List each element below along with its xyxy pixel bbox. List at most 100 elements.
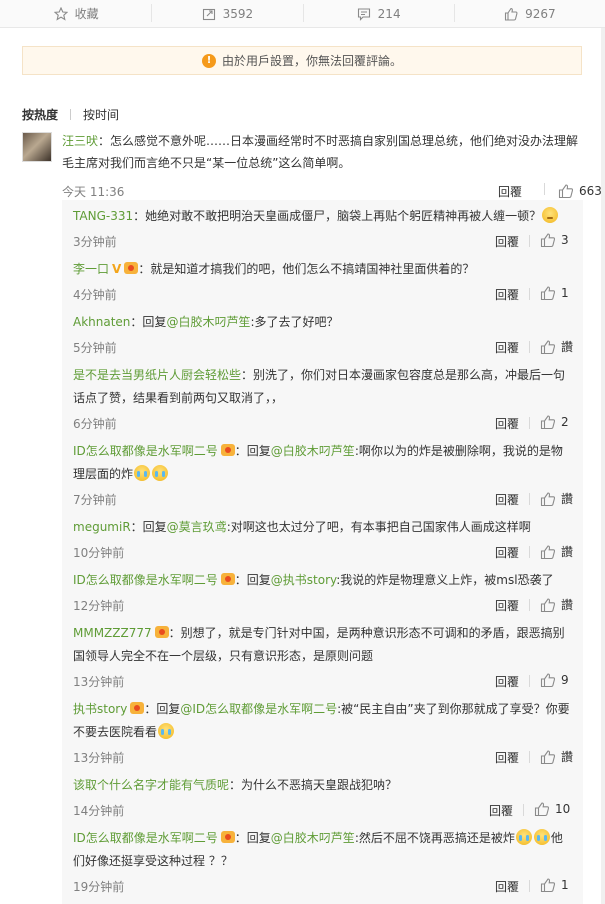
action-bar: 收藏 3592 214 9267 xyxy=(0,0,605,28)
thumbs-up-icon xyxy=(540,749,556,765)
reply-like-button[interactable]: 1 xyxy=(540,877,569,893)
reply-time: 13分钟前 xyxy=(73,675,125,689)
reply-like-button[interactable]: 讚 xyxy=(540,338,573,355)
comment-icon xyxy=(356,6,372,22)
reply-text: ：她绝对敢不敢把明治天皇画成僵尸，脑袋上再贴个躬匠精神再被人缠一顿？ xyxy=(133,209,542,223)
sort-divider xyxy=(70,108,72,120)
main-comment-like-button[interactable]: 663 xyxy=(558,180,602,202)
reply-likes: 1 xyxy=(561,286,569,300)
laugh-cry-emoji-icon xyxy=(533,829,550,845)
reply-mention[interactable]: @白胶木叼芦笙 xyxy=(271,444,355,458)
reply-mention[interactable]: @白胶木叼芦笙 xyxy=(166,315,250,329)
reply-likes: 讚 xyxy=(561,598,574,612)
meta-divider xyxy=(529,493,530,505)
reply-mention[interactable]: @执书story xyxy=(271,573,336,587)
reply-button[interactable]: 回覆 xyxy=(495,233,519,250)
reply-item: 是不是去当男纸片人厨会轻松些：别洗了，你们对日本漫画家包容度总是那么高，冲最后一… xyxy=(73,364,573,434)
reply-button[interactable]: 回覆 xyxy=(495,597,519,614)
member-badge-icon xyxy=(220,573,235,585)
scrollbar[interactable] xyxy=(601,28,605,904)
reply-time: 13分钟前 xyxy=(73,751,125,765)
reply-like-button[interactable]: 3 xyxy=(540,232,569,248)
reply-user[interactable]: ID怎么取都像是水军啊二号 xyxy=(73,573,218,587)
reply-button[interactable]: 回覆 xyxy=(495,673,519,690)
like-button[interactable]: 9267 xyxy=(453,0,605,27)
member-badge-icon xyxy=(154,626,169,638)
reply-time: 6分钟前 xyxy=(73,417,117,431)
reply-user[interactable]: 执书story xyxy=(73,702,127,716)
reply-like-button[interactable]: 1 xyxy=(540,285,569,301)
reply-button[interactable]: 回覆 xyxy=(495,491,519,508)
reply-button[interactable]: 回覆 xyxy=(495,339,519,356)
reply-list: TANG-331：她绝对敢不敢把明治天皇画成僵尸，脑袋上再贴个躬匠精神再被人缠一… xyxy=(62,200,583,904)
member-badge-icon xyxy=(130,702,145,714)
repost-button[interactable]: 3592 xyxy=(151,0,302,27)
reply-button[interactable]: 回覆 xyxy=(495,749,519,766)
reply-meta: 3分钟前 回覆 3 xyxy=(73,230,573,252)
reply-likes: 3 xyxy=(561,233,569,247)
reply-item: MMMZZZ777 ：别想了，就是专门针对中国，是两种意识形态不可调和的矛盾，跟恶… xyxy=(73,622,573,692)
reply-item: ID怎么取都像是水军啊二号 ：回复@白胶木叼芦笙:啊你以为的炸是被删除啊，我说的是… xyxy=(73,440,573,510)
like-count: 9267 xyxy=(525,6,556,21)
sort-by-hot[interactable]: 按热度 xyxy=(22,106,58,123)
reply-like-button[interactable]: 讚 xyxy=(540,596,573,613)
thumbs-up-icon xyxy=(540,232,556,248)
collect-label: 收藏 xyxy=(74,7,99,21)
reply-user[interactable]: 李一口 xyxy=(73,262,109,276)
reply-like-button[interactable]: 10 xyxy=(534,801,570,817)
reply-like-button[interactable]: 2 xyxy=(540,414,569,430)
reply-prefix: ：回复 xyxy=(234,573,271,587)
meta-divider xyxy=(529,235,530,247)
thumbs-up-icon xyxy=(534,801,550,817)
reply-time: 5分钟前 xyxy=(73,341,117,355)
reply-item: ID怎么取都像是水军啊二号 ：回复@执书story:我说的炸是物理意义上炸，被ms… xyxy=(73,569,573,616)
reply-user[interactable]: MMMZZZ777 xyxy=(73,626,152,640)
reply-mention[interactable]: @ID怎么取都像是水军啊二号 xyxy=(180,702,337,716)
meta-divider xyxy=(529,288,530,300)
member-badge-icon xyxy=(124,262,139,274)
reply-like-button[interactable]: 讚 xyxy=(540,490,573,507)
sort-by-time[interactable]: 按时间 xyxy=(83,106,119,123)
meta-divider xyxy=(529,417,530,429)
reply-item: Akhnaten：回复@白胶木叼芦笙:多了去了好吧？ 5分钟前 回覆 讚 xyxy=(73,311,573,358)
reply-button[interactable]: 回覆 xyxy=(495,544,519,561)
meta-divider xyxy=(529,599,530,611)
reply-user[interactable]: megumiR xyxy=(73,520,131,534)
comment-button[interactable]: 214 xyxy=(302,0,454,27)
reply-button[interactable]: 回覆 xyxy=(489,802,513,819)
reply-user[interactable]: Akhnaten xyxy=(73,315,130,329)
reply-user[interactable]: TANG-331 xyxy=(73,209,133,223)
reply-prefix: ：回复 xyxy=(130,315,167,329)
thumbs-up-icon xyxy=(540,339,556,355)
reply-likes: 讚 xyxy=(561,545,574,559)
collect-button[interactable]: 收藏 xyxy=(0,0,151,27)
reply-meta: 4分钟前 回覆 1 xyxy=(73,283,573,305)
reply-user[interactable]: ID怎么取都像是水军啊二号 xyxy=(73,831,218,845)
reply-text: :对啊这也太过分了吧，有本事把自己国家伟人画成这样啊 xyxy=(226,520,531,534)
reply-meta: 10分钟前 回覆 讚 xyxy=(73,541,573,563)
reply-mention[interactable]: @莫言玖鸢 xyxy=(167,520,227,534)
reply-button[interactable]: 回覆 xyxy=(495,286,519,303)
reply-likes: 1 xyxy=(561,878,569,892)
reply-likes: 2 xyxy=(561,415,569,429)
notice-text: 由於用戶設置，你無法回覆評論。 xyxy=(221,54,402,68)
reply-user[interactable]: 是不是去当男纸片人厨会轻松些 xyxy=(73,368,241,382)
avatar[interactable] xyxy=(22,132,52,162)
reply-like-button[interactable]: 讚 xyxy=(540,748,573,765)
reply-text: ：为什么不恶搞天皇跟战犯呐？ xyxy=(229,778,398,792)
reply-user[interactable]: ID怎么取都像是水军啊二号 xyxy=(73,444,218,458)
main-comment-likes: 663 xyxy=(579,184,602,198)
reply-likes: 10 xyxy=(555,802,571,816)
main-comment: 汪三吠：怎么感觉不意外呢……日本漫画经常时不时恶搞自家别国总理总统，他们绝对没办… xyxy=(22,130,602,200)
reply-mention[interactable]: @白胶木叼芦笙 xyxy=(271,831,355,845)
reply-button[interactable]: 回覆 xyxy=(495,415,519,432)
reply-button[interactable]: 回覆 xyxy=(495,878,519,895)
main-comment-user[interactable]: 汪三吠 xyxy=(62,134,98,148)
reply-user[interactable]: 该取个什么名字才能有气质呢 xyxy=(73,778,229,792)
member-badge-icon xyxy=(220,444,235,456)
reply-meta: 12分钟前 回覆 讚 xyxy=(73,594,573,616)
reply-like-button[interactable]: 9 xyxy=(540,672,569,688)
reply-meta: 13分钟前 回覆 讚 xyxy=(73,746,573,768)
thumbs-up-icon xyxy=(503,6,519,22)
reply-like-button[interactable]: 讚 xyxy=(540,543,573,560)
